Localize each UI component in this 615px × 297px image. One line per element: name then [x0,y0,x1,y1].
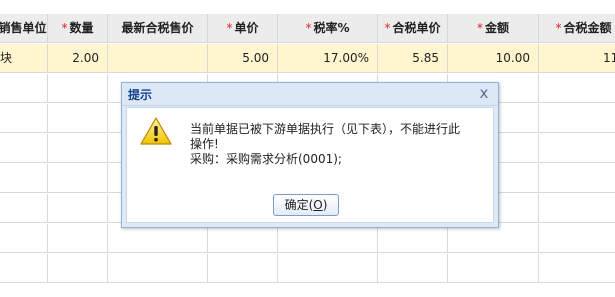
cell-quantity[interactable]: 2.00 [48,44,108,73]
empty-cell[interactable] [378,254,448,283]
empty-cell[interactable] [0,164,48,193]
ok-label-prefix: 确定( [284,198,314,212]
empty-cell[interactable] [48,134,108,163]
dialog-body: 当前单据已被下游单据执行（见下表），不能进行此 操作! 采购：采购需求分析(00… [126,107,494,223]
col-header-amount[interactable]: * 金额 [448,14,539,43]
cell-unit-price[interactable]: 5.00 [208,44,278,73]
empty-cell[interactable] [48,224,108,253]
empty-cell[interactable] [539,104,615,133]
col-header-label: 最新合税售价 [121,21,194,35]
empty-cell[interactable] [48,194,108,223]
alert-dialog: 提示 x 当前单据已被下游单据执行（见下表），不能进行此 操作! 采购：采购需求… [121,82,499,228]
empty-cell[interactable] [48,164,108,193]
empty-cell[interactable] [108,254,208,283]
empty-cell[interactable] [539,224,615,253]
col-header-tax-unit-price[interactable]: * 合税单价 [378,14,448,43]
empty-cell[interactable] [0,254,48,283]
cell-tax-unit-price[interactable]: 5.85 [378,44,448,73]
table-row[interactable] [0,254,615,284]
col-header-tax-rate[interactable]: * 税率% [278,14,378,43]
empty-cell[interactable] [278,224,378,253]
empty-cell[interactable] [0,134,48,163]
col-header-latest-price[interactable]: 最新合税售价 [108,14,208,43]
required-marker: * [384,21,391,35]
required-marker: * [305,21,312,35]
col-header-sales-unit[interactable]: 销售单位 [0,14,48,43]
table-row[interactable]: 块 2.00 5.00 17.00% 5.85 10.00 11. [0,44,615,74]
close-icon[interactable]: x [476,84,492,102]
col-header-unit-price[interactable]: * 单价 [208,14,278,43]
col-header-label: 销售单位 [0,21,47,35]
col-header-label: 合税单价 [392,21,441,35]
ok-button[interactable]: 确定(O) [273,194,339,216]
cell-tax-rate[interactable]: 17.00% [278,44,378,73]
required-marker: * [476,21,483,35]
dialog-message: 当前单据已被下游单据执行（见下表），不能进行此 操作! 采购：采购需求分析(00… [190,122,475,167]
empty-cell[interactable] [539,254,615,283]
empty-cell[interactable] [539,74,615,103]
col-header-label: 数量 [69,21,94,35]
dialog-title-bar[interactable]: 提示 x [122,83,498,106]
cell-sales-unit[interactable]: 块 [0,44,48,73]
col-header-label: 税率% [313,21,350,35]
col-header-quantity[interactable]: * 数量 [48,14,108,43]
message-line: 采购：采购需求分析(0001); [190,152,342,166]
col-header-label: 合税金额 [563,21,612,35]
empty-cell[interactable] [539,194,615,223]
empty-cell[interactable] [108,224,208,253]
empty-cell[interactable] [378,224,448,253]
empty-cell[interactable] [278,254,378,283]
empty-cell[interactable] [539,164,615,193]
cell-amount[interactable]: 10.00 [448,44,539,73]
empty-cell[interactable] [0,224,48,253]
ok-label-suffix: ) [322,198,328,212]
required-marker: * [61,21,68,35]
ok-hotkey: O [313,198,323,212]
empty-cell[interactable] [0,194,48,223]
empty-cell[interactable] [448,254,539,283]
col-header-tax-amount[interactable]: * 合税金额 [539,14,615,43]
empty-cell[interactable] [448,224,539,253]
cell-tax-amount[interactable]: 11. [539,44,615,73]
empty-cell[interactable] [208,224,278,253]
empty-cell[interactable] [208,254,278,283]
empty-cell[interactable] [48,104,108,133]
empty-cell[interactable] [48,74,108,103]
required-marker: * [226,21,233,35]
dialog-title: 提示 [128,88,153,102]
message-line: 当前单据已被下游单据执行（见下表），不能进行此 [190,122,461,136]
required-marker: * [555,21,562,35]
grid-header-row: 销售单位 * 数量 最新合税售价 * 单价 * 税率% * 合税单价 * 金额 * 合税金额 [0,14,615,44]
cell-latest-price[interactable] [108,44,208,73]
message-line: 操作! [190,137,219,151]
col-header-label: 金额 [484,21,509,35]
empty-cell[interactable] [48,254,108,283]
warning-icon [140,117,172,145]
table-row[interactable] [0,224,615,254]
empty-cell[interactable] [0,104,48,133]
empty-cell[interactable] [0,74,48,103]
col-header-label: 单价 [234,21,259,35]
empty-cell[interactable] [539,134,615,163]
